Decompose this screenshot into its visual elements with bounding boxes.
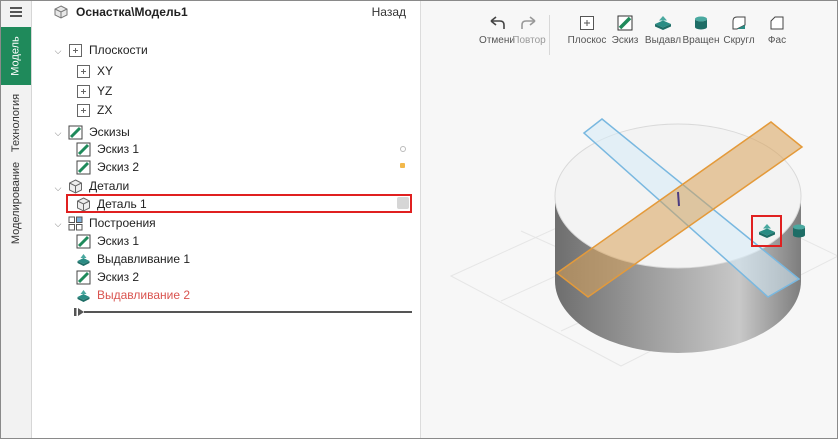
model-tree-panel: Оснастка\Модель1 Назад ⌵ Плоскости XY YZ… [32,1,421,438]
part-icon [69,178,82,194]
tree-item-plane-yz[interactable]: YZ [76,82,112,100]
fillet-icon [732,16,746,30]
sketch-icon [617,15,633,31]
undo-icon [490,16,505,29]
constructions-icon [68,216,83,230]
timeline-play-icon[interactable] [78,308,84,316]
revolve-icon [695,16,707,30]
visibility-checkbox[interactable] [397,197,409,209]
toolbar-separator [549,15,550,55]
tree-item-sketch-1[interactable]: Эскиз 1 [76,140,139,158]
chamfer-button[interactable]: Фас [757,15,797,46]
tree-item-plane-zx[interactable]: ZX [76,101,112,119]
chevron-down-icon[interactable]: ⌵ [53,219,63,229]
tree-item-label: Построения [89,216,156,230]
tree-item-label: YZ [97,84,113,98]
tab-model-label: Модель [10,36,23,76]
selection-highlight [66,194,412,213]
tab-technology-label: Технология [10,93,23,153]
status-dot-icon [400,146,406,152]
back-button[interactable]: Назад [372,5,406,19]
chamfer-icon [770,16,784,30]
tab-modeling-label: Моделирование [10,161,22,245]
tree-item-planes[interactable]: Плоскости [68,41,148,59]
tree-item-op-extrude-1[interactable]: Выдавливание 1 [76,250,190,268]
plane-icon [77,84,90,98]
tree-item-label: Выдавливание 1 [97,252,191,266]
tree-item-label: Эскиз 2 [97,160,140,174]
tree-item-plane-xy[interactable]: XY [76,62,113,80]
tree-item-label: XY [97,64,114,78]
assembly-icon [54,5,68,19]
timeline-start-bar [74,308,77,316]
chevron-down-icon[interactable]: ⌵ [53,46,63,56]
tree-item-label: Эскиз 2 [97,270,140,284]
tree-item-constructions[interactable]: Построения [68,214,156,232]
plane-icon [580,16,594,30]
panel-title: Оснастка\Модель1 [76,5,188,19]
tree-item-label: ZX [97,103,113,117]
redo-label: Повтор [512,35,546,46]
extrude-button[interactable]: Выдавл [643,15,683,46]
extrude-label: Выдавл [644,35,682,46]
tree-item-label: Эскиз 1 [97,142,140,156]
plane-button[interactable]: Плоскос [567,15,607,46]
chevron-down-icon[interactable]: ⌵ [53,183,63,193]
status-dot-icon [400,163,405,168]
fillet-label: Скругл [723,35,755,46]
tab-modeling[interactable]: Моделирование [1,161,31,245]
sketch-icon [76,234,91,248]
redo-button[interactable]: Повтор [509,15,549,46]
tree-item-sketches[interactable]: Эскизы [68,123,130,141]
sketch-icon [76,160,91,174]
tab-model[interactable]: Модель [1,27,31,85]
tree-item-op-extrude-2[interactable]: Выдавливание 2 [76,286,190,304]
plane-icon [77,64,90,78]
tree-item-label: Эскизы [89,125,130,139]
chevron-down-icon[interactable]: ⌵ [53,128,63,138]
chamfer-label: Фас [767,35,787,46]
fillet-button[interactable]: Скругл [719,15,759,46]
sketch-label: Эскиз [611,35,639,46]
origin-marker [677,191,680,207]
main-toolbar: Отмени Повтор Плоскос Эскиз Выдавл Враще… [421,1,837,73]
sketch-button[interactable]: Эскиз [605,15,645,46]
revolve-label: Вращен [682,35,720,46]
redo-icon [521,16,536,29]
history-timeline-slider[interactable] [74,307,414,317]
plane-icon [77,103,90,117]
extrude-icon [77,289,90,302]
revolve-icon[interactable] [791,223,807,239]
app-window: Модель Технология Моделирование Оснастка… [0,0,838,439]
sketch-icon [76,142,91,156]
sketch-icon [68,125,83,139]
extrude-icon[interactable] [758,223,776,239]
tab-technology[interactable]: Технология [1,87,31,159]
sketch-icon [76,270,91,284]
side-tab-bar: Модель Технология Моделирование [1,1,32,438]
3d-viewport[interactable]: Отмени Повтор Плоскос Эскиз Выдавл Враще… [421,1,837,438]
plane-icon [69,43,82,57]
tree-item-sketch-2[interactable]: Эскиз 2 [76,158,139,176]
hamburger-menu-icon[interactable] [1,1,31,23]
tree-item-label: Эскиз 1 [97,234,140,248]
tree-item-op-sketch-1[interactable]: Эскиз 1 [76,232,139,250]
tree-item-parts[interactable]: Детали [68,177,129,195]
plane-label: Плоскос [567,35,607,46]
panel-header: Оснастка\Модель1 Назад [32,1,420,23]
extrude-icon [655,16,671,30]
tree-item-label: Детали [89,179,130,193]
revolve-button[interactable]: Вращен [681,15,721,46]
tree-item-label: Плоскости [89,43,148,57]
tree-item-op-sketch-2[interactable]: Эскиз 2 [76,268,139,286]
tree-item-label-error: Выдавливание 2 [97,288,191,302]
extrude-icon [77,253,90,266]
